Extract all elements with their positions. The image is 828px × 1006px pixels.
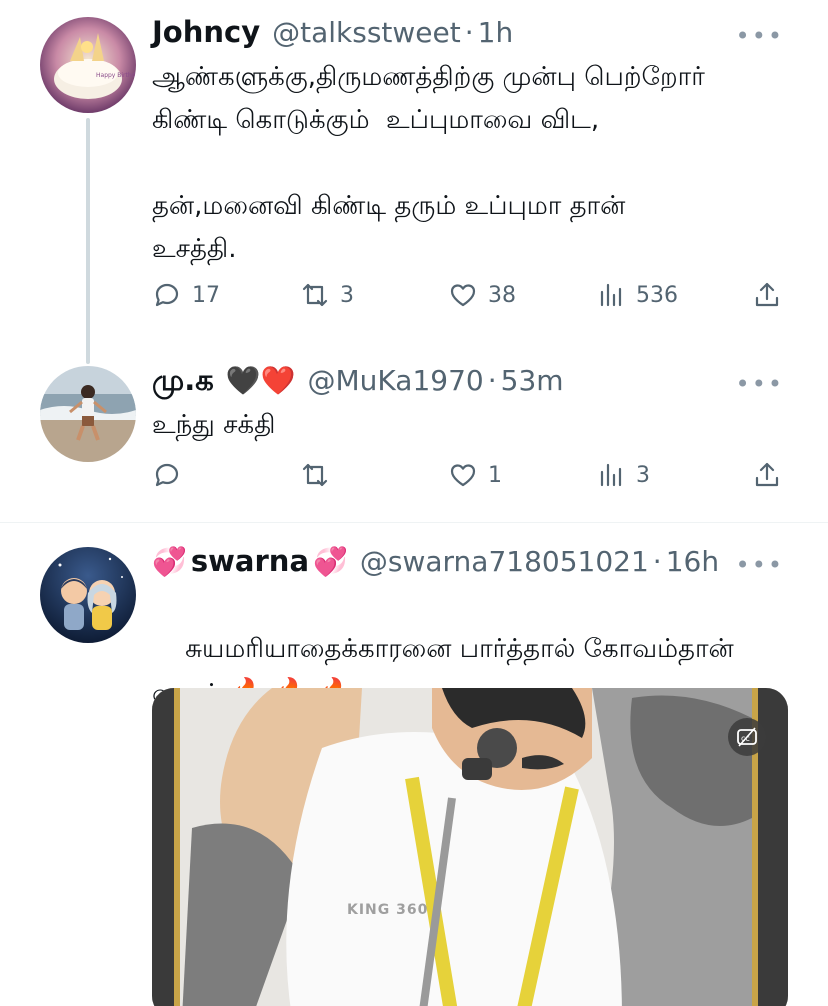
timestamp[interactable]: 16h	[666, 544, 719, 580]
separator-dot: ·	[487, 364, 497, 397]
share-icon	[755, 462, 779, 487]
tweet-header: மு.க 🖤❤️ @MuKa1970 · 53m	[152, 362, 564, 399]
more-icon[interactable]: •••	[736, 22, 784, 50]
tweet-3[interactable]: 💞 swarna 💞 @swarna718051021 · 16h ••• சு…	[0, 523, 828, 1006]
user-handle[interactable]: @swarna718051021	[360, 544, 649, 580]
avatar-image: Happy Birthday	[40, 17, 136, 113]
tweet-text: ஆண்களுக்கு,திருமணத்திற்கு முன்பு பெற்றோர…	[152, 62, 705, 264]
tweet-header: 💞 swarna 💞 @swarna718051021 · 16h	[152, 543, 719, 580]
tweet-2[interactable]: மு.க 🖤❤️ @MuKa1970 · 53m ••• உந்து சக்தி…	[0, 360, 828, 522]
retweet-icon	[302, 463, 328, 487]
avatar[interactable]	[40, 366, 136, 462]
tweet-header: Johncy @talksstweet · 1h	[152, 14, 513, 51]
user-handle[interactable]: @talksstweet	[272, 15, 461, 51]
thread-line	[86, 118, 90, 364]
captions-button[interactable]: cc	[728, 718, 766, 756]
views-button[interactable]: 536	[596, 280, 678, 310]
display-name[interactable]: swarna	[191, 543, 309, 579]
share-icon	[755, 282, 779, 307]
retweet-count: 3	[340, 282, 354, 308]
share-button[interactable]	[752, 280, 782, 310]
retweet-button[interactable]	[300, 460, 340, 490]
views-icon	[600, 283, 622, 307]
tweet-actions: 17 3 38 536	[152, 280, 792, 320]
avatar-image	[40, 366, 136, 462]
reply-button[interactable]	[152, 460, 192, 490]
like-button[interactable]: 38	[448, 280, 516, 310]
separator-dot: ·	[464, 16, 474, 49]
more-icon[interactable]: •••	[736, 370, 784, 398]
reply-button[interactable]: 17	[152, 280, 220, 310]
tweet-1[interactable]: Happy Birthday Johncy @talksstweet · 1h …	[0, 0, 828, 370]
name-emoji: 🖤❤️	[225, 364, 296, 397]
video-thumbnail	[152, 688, 788, 1006]
video-watermark: KING 360	[347, 902, 429, 918]
tweet-text: உந்து சக்தி	[152, 410, 276, 440]
views-button[interactable]: 3	[596, 460, 650, 490]
reply-count: 17	[192, 282, 220, 308]
retweet-icon	[302, 283, 328, 307]
separator-dot: ·	[652, 545, 662, 578]
views-count: 3	[636, 462, 650, 488]
timestamp[interactable]: 53m	[501, 363, 564, 399]
like-count: 38	[488, 282, 516, 308]
like-button[interactable]: 1	[448, 460, 502, 490]
captions-icon: cc	[737, 727, 757, 747]
display-name[interactable]: Johncy	[152, 14, 260, 50]
user-handle[interactable]: @MuKa1970	[308, 363, 484, 399]
tweet-actions: 1 3	[152, 460, 792, 500]
video-player[interactable]: KING 360 cc	[152, 688, 788, 1006]
more-icon[interactable]: •••	[736, 551, 784, 579]
svg-text:Happy Birthday: Happy Birthday	[96, 72, 136, 79]
reply-icon	[155, 283, 179, 307]
share-button[interactable]	[752, 460, 782, 490]
display-name[interactable]: மு.க	[152, 362, 214, 398]
retweet-button[interactable]: 3	[300, 280, 354, 310]
like-count: 1	[488, 462, 502, 488]
like-icon	[450, 464, 476, 487]
avatar-image	[40, 547, 136, 643]
views-icon	[600, 463, 622, 487]
name-emoji-left: 💞	[152, 545, 187, 578]
avatar[interactable]	[40, 547, 136, 643]
reply-icon	[155, 463, 179, 487]
like-icon	[450, 284, 476, 307]
views-count: 536	[636, 282, 678, 308]
avatar[interactable]: Happy Birthday	[40, 17, 136, 113]
name-emoji-right: 💞	[313, 545, 348, 578]
timestamp[interactable]: 1h	[478, 15, 514, 51]
